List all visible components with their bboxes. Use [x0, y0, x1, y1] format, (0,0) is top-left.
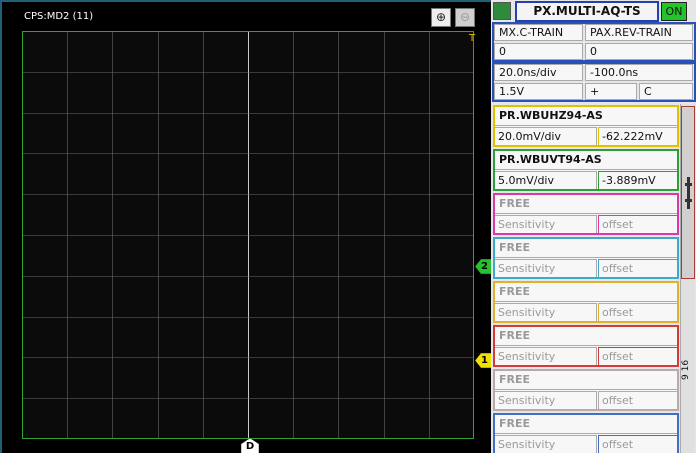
- scope-grid: [22, 31, 474, 439]
- channel-sensitivity-field[interactable]: Sensitivity: [495, 215, 597, 233]
- oscilloscope-display[interactable]: CPS:MD2 (11) ⊕ ⊖ T 2 1 D: [0, 0, 492, 453]
- channel-offset-field[interactable]: offset: [598, 259, 677, 277]
- control-panel: PX.MULTI-AQ-TS ON MX.C-TRAIN PAX.REV-TRA…: [491, 0, 696, 453]
- channel-name[interactable]: FREE: [495, 195, 677, 214]
- channel-name[interactable]: FREE: [495, 327, 677, 346]
- channel-slot-7[interactable]: FREE Sensitivity offset: [493, 369, 679, 411]
- channel-name[interactable]: FREE: [495, 415, 677, 434]
- channel-sensitivity-field[interactable]: Sensitivity: [495, 347, 597, 365]
- grip-icon: [685, 177, 692, 209]
- channel-offset-field[interactable]: offset: [598, 347, 677, 365]
- channel-slot-8[interactable]: FREE Sensitivity offset: [493, 413, 679, 453]
- channel-name[interactable]: FREE: [495, 283, 677, 302]
- channel-sensitivity-field[interactable]: 5.0mV/div: [495, 171, 597, 189]
- channel-offset-field[interactable]: -62.222mV: [598, 127, 677, 145]
- scope-title: CPS:MD2 (11): [24, 11, 94, 22]
- channel-slot-2[interactable]: PR.WBUVT94-AS 5.0mV/div -3.889mV: [493, 149, 679, 191]
- zoom-out-button[interactable]: ⊖: [455, 8, 475, 27]
- timebase-field[interactable]: 20.0ns/div: [494, 64, 583, 81]
- trigger-marker: T: [469, 33, 476, 44]
- channel-sensitivity-field[interactable]: Sensitivity: [495, 303, 597, 321]
- channel-slot-1[interactable]: PR.WBUHZ94-AS 20.0mV/div -62.222mV: [493, 105, 679, 147]
- zoom-in-button[interactable]: ⊕: [431, 8, 451, 27]
- channel-name[interactable]: FREE: [495, 371, 677, 390]
- channel-slot-5[interactable]: FREE Sensitivity offset: [493, 281, 679, 323]
- channel-name[interactable]: PR.WBUHZ94-AS: [495, 107, 677, 126]
- channel-slot-6[interactable]: FREE Sensitivity offset: [493, 325, 679, 367]
- count-a-field[interactable]: 0: [494, 43, 583, 60]
- channel-offset-field[interactable]: offset: [598, 215, 677, 233]
- channel-sensitivity-field[interactable]: 20.0mV/div: [495, 127, 597, 145]
- delay-field[interactable]: -100.0ns: [585, 64, 693, 81]
- channel-sensitivity-field[interactable]: Sensitivity: [495, 259, 597, 277]
- scrollbar-thumb[interactable]: [681, 106, 695, 279]
- page-indicator: 9 16: [681, 359, 691, 381]
- channel-offset-field[interactable]: offset: [598, 435, 677, 453]
- channel-name[interactable]: FREE: [495, 239, 677, 258]
- zoom-out-icon: ⊖: [459, 10, 471, 24]
- on-toggle-button[interactable]: ON: [661, 2, 687, 21]
- channel-sensitivity-field[interactable]: Sensitivity: [495, 391, 597, 409]
- channel-scrollbar[interactable]: [680, 104, 695, 453]
- trigger-slope-field[interactable]: +: [585, 83, 637, 100]
- channel-name[interactable]: PR.WBUVT94-AS: [495, 151, 677, 170]
- channel-sensitivity-field[interactable]: Sensitivity: [495, 435, 597, 453]
- delay-marker[interactable]: D: [240, 437, 260, 453]
- count-b-field[interactable]: 0: [585, 43, 693, 60]
- channel-offset-field[interactable]: -3.889mV: [598, 171, 677, 189]
- channel-slot-3[interactable]: FREE Sensitivity offset: [493, 193, 679, 235]
- channel-slot-4[interactable]: FREE Sensitivity offset: [493, 237, 679, 279]
- status-indicator-square: [493, 2, 511, 20]
- trigger-level-field[interactable]: 1.5V: [494, 83, 583, 100]
- zoom-in-icon: ⊕: [435, 10, 447, 24]
- panel-title[interactable]: PX.MULTI-AQ-TS: [515, 1, 659, 22]
- trigger-b-field[interactable]: PAX.REV-TRAIN: [585, 24, 693, 41]
- channel-1-marker[interactable]: 1: [475, 353, 492, 368]
- channel-offset-field[interactable]: offset: [598, 391, 677, 409]
- trigger-coupling-field[interactable]: C: [639, 83, 693, 100]
- channel-offset-field[interactable]: offset: [598, 303, 677, 321]
- trigger-a-field[interactable]: MX.C-TRAIN: [494, 24, 583, 41]
- channel-2-marker[interactable]: 2: [475, 259, 492, 274]
